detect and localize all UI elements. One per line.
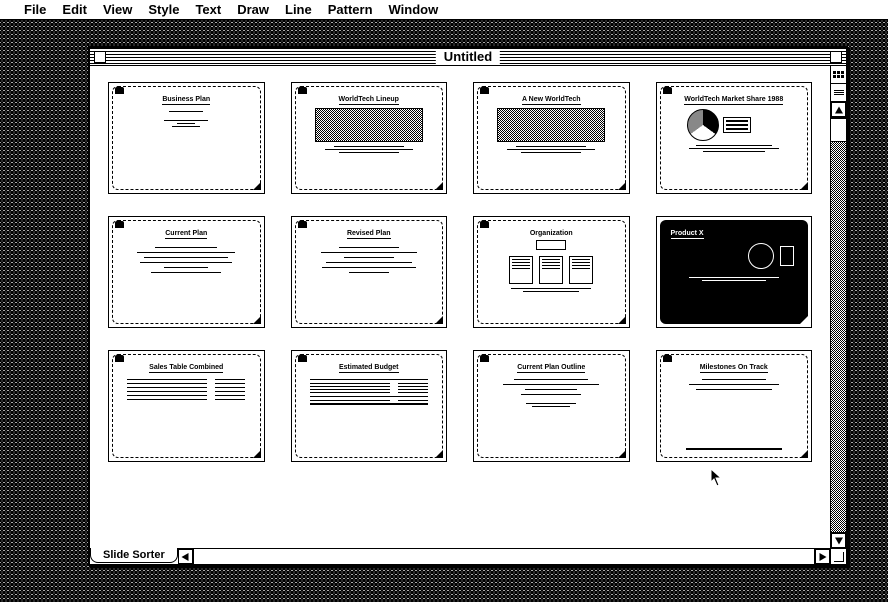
window-title: Untitled xyxy=(436,49,500,64)
window-body: Business Plan xyxy=(90,66,846,564)
horizontal-scrollbar: Slide Sorter xyxy=(90,548,830,564)
scroll-up-button[interactable] xyxy=(831,102,846,117)
slide-title: WorldTech Market Share 1988 xyxy=(684,96,783,105)
vertical-scrollbar xyxy=(830,66,846,548)
menu-draw[interactable]: Draw xyxy=(237,2,269,17)
slide-title: Current Plan Outline xyxy=(517,364,585,373)
slide-thumbnail[interactable]: Milestones On Track xyxy=(656,350,813,462)
slide-title: Estimated Budget xyxy=(339,364,399,373)
slide-thumbnail[interactable]: Current Plan Outline xyxy=(473,350,630,462)
budget-table xyxy=(310,376,428,407)
dogear-icon xyxy=(253,182,261,190)
world-map-graphic xyxy=(315,108,423,142)
dogear-icon xyxy=(435,182,443,190)
slide-thumbnail[interactable]: A New WorldTech xyxy=(473,82,630,194)
slide-title: Organization xyxy=(530,230,573,238)
slide-thumbnail[interactable]: Product X xyxy=(656,216,813,328)
dogear-icon xyxy=(253,450,261,458)
slide-thumbnail[interactable]: Business Plan xyxy=(108,82,265,194)
menu-style[interactable]: Style xyxy=(148,2,179,17)
two-column-table xyxy=(127,379,245,400)
scroll-down-button[interactable] xyxy=(831,533,846,548)
dogear-icon xyxy=(435,450,443,458)
slide-title: Milestones On Track xyxy=(700,364,768,373)
vertical-scroll-track[interactable] xyxy=(831,117,846,533)
slide-sorter-grid: Business Plan xyxy=(90,66,830,548)
window-titlebar[interactable]: Untitled xyxy=(90,48,846,66)
mouse-cursor-icon xyxy=(710,468,724,488)
zoom-box[interactable] xyxy=(830,51,842,63)
dogear-icon xyxy=(618,182,626,190)
view-grid-button[interactable] xyxy=(831,66,846,84)
slide-title: WorldTech Lineup xyxy=(339,96,399,105)
menu-view[interactable]: View xyxy=(103,2,132,17)
slide-title: Revised Plan xyxy=(347,230,391,239)
document-window: Untitled Business Plan xyxy=(88,46,848,566)
menu-pattern[interactable]: Pattern xyxy=(328,2,373,17)
dogear-icon xyxy=(253,316,261,324)
slide-thumbnail[interactable]: Sales Table Combined xyxy=(108,350,265,462)
world-map-graphic xyxy=(497,108,605,142)
menu-edit[interactable]: Edit xyxy=(62,2,87,17)
slide-thumbnail[interactable]: Estimated Budget xyxy=(291,350,448,462)
desktop: Untitled Business Plan xyxy=(0,20,888,602)
resize-handle[interactable] xyxy=(830,548,846,564)
dogear-icon xyxy=(800,450,808,458)
menu-file[interactable]: File xyxy=(24,2,46,17)
view-outline-button[interactable] xyxy=(831,84,846,102)
dogear-icon xyxy=(800,316,808,324)
dogear-icon xyxy=(435,316,443,324)
slide-title: Sales Table Combined xyxy=(149,364,223,373)
menu-text[interactable]: Text xyxy=(195,2,221,17)
org-chart-graphic xyxy=(484,240,619,284)
scroll-left-button[interactable] xyxy=(178,549,193,564)
slide-thumbnail[interactable]: WorldTech Lineup xyxy=(291,82,448,194)
dogear-icon xyxy=(800,182,808,190)
menu-window[interactable]: Window xyxy=(389,2,439,17)
slide-title: A New WorldTech xyxy=(522,96,581,105)
dogear-icon xyxy=(618,450,626,458)
view-mode-tab[interactable]: Slide Sorter xyxy=(90,548,178,563)
slide-title: Product X xyxy=(671,230,704,239)
menubar: File Edit View Style Text Draw Line Patt… xyxy=(0,0,888,20)
slide-thumbnail[interactable]: Revised Plan xyxy=(291,216,448,328)
slide-thumbnail[interactable]: Current Plan xyxy=(108,216,265,328)
close-box[interactable] xyxy=(94,51,106,63)
slide-title: Business Plan xyxy=(162,96,210,105)
scroll-right-button[interactable] xyxy=(815,549,830,564)
menu-line[interactable]: Line xyxy=(285,2,312,17)
slide-title: Current Plan xyxy=(165,230,207,239)
slide-thumbnail[interactable]: WorldTech Market Share 1988 xyxy=(656,82,813,194)
slide-thumbnail[interactable]: Organization xyxy=(473,216,630,328)
horizontal-scroll-track[interactable] xyxy=(193,549,815,564)
vertical-scroll-thumb[interactable] xyxy=(830,118,847,142)
pie-chart-graphic xyxy=(687,108,781,142)
dogear-icon xyxy=(618,316,626,324)
device-graphic xyxy=(673,243,794,269)
